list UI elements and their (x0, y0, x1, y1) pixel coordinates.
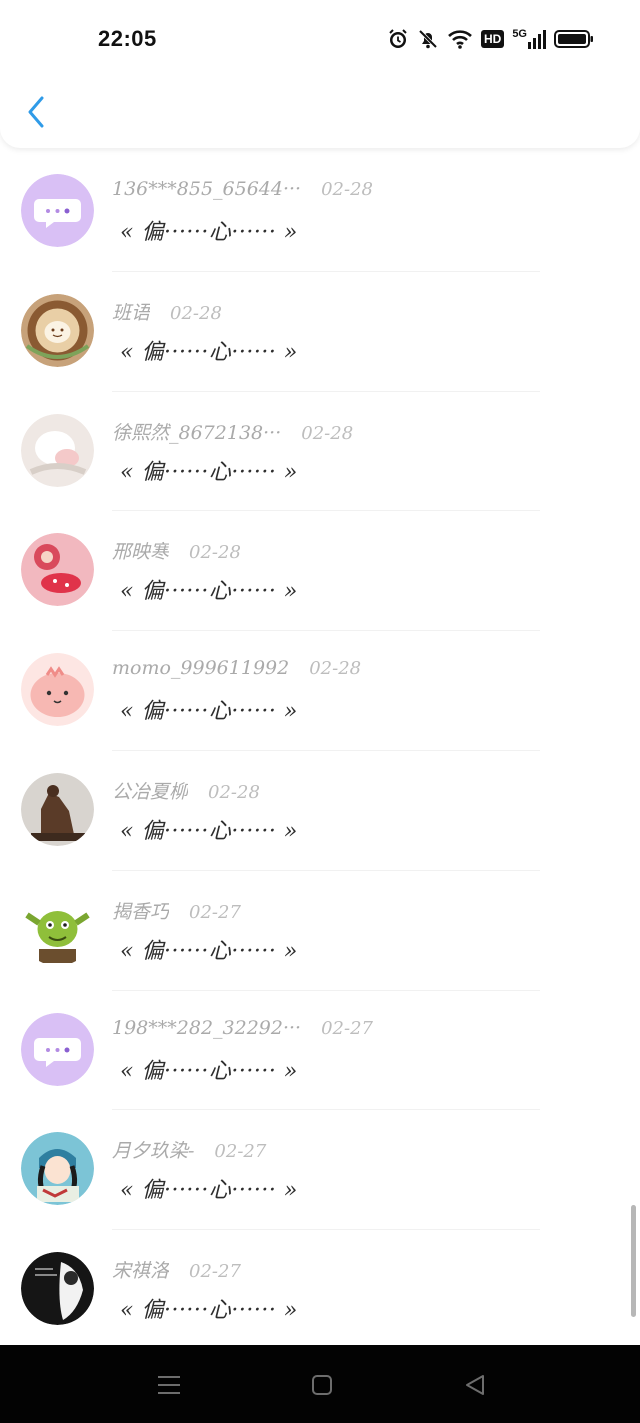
comment-text: « 偏······心······ » (120, 1058, 298, 1084)
list-item[interactable]: momo_999611992 02-28 « 偏······心······ » (0, 631, 640, 751)
status-time: 22:05 (98, 26, 157, 51)
menu-button[interactable] (153, 1369, 185, 1401)
back-button[interactable] (18, 90, 54, 134)
comment-meta: 徐熙然_8672138··· 02-28 (112, 418, 353, 445)
list-item[interactable]: 揭香巧 02-27 « 偏······心······ » (0, 871, 640, 991)
scrollbar[interactable] (631, 1205, 636, 1317)
system-nav-bar (0, 1345, 640, 1423)
username[interactable]: 徐熙然_8672138··· (112, 418, 281, 445)
comment-meta: 136***855_65644··· 02-28 (112, 178, 373, 200)
home-square-icon (312, 1375, 332, 1395)
avatar[interactable] (21, 1132, 94, 1206)
list-item[interactable]: 宋祺洛 02-27 « 偏······心······ » (0, 1230, 640, 1350)
5g-signal-icon: 5G (512, 28, 546, 49)
home-button[interactable] (306, 1369, 338, 1401)
avatar[interactable] (21, 1012, 94, 1086)
comment-meta: 公冶夏柳 02-28 (112, 777, 260, 804)
comment-date: 02-27 (321, 1017, 373, 1039)
list-item[interactable]: 公冶夏柳 02-28 « 偏······心······ » (0, 751, 640, 871)
avatar[interactable] (21, 174, 94, 247)
list-item[interactable]: 198***282_32292··· 02-27 « 偏······心·····… (0, 991, 640, 1111)
comment-text: « 偏······心······ » (120, 1298, 298, 1324)
wifi-icon (447, 28, 473, 50)
comment-meta: 198***282_32292··· 02-27 (112, 1017, 373, 1039)
comment-text: « 偏······心······ » (120, 938, 298, 964)
username[interactable]: 公冶夏柳 (112, 777, 188, 804)
username[interactable]: 136***855_65644··· (112, 178, 301, 200)
comment-meta: 班语 02-28 (112, 298, 222, 325)
menu-icon (158, 1376, 180, 1394)
avatar[interactable] (21, 293, 94, 367)
username[interactable]: 198***282_32292··· (112, 1017, 301, 1039)
back-nav-button[interactable] (459, 1369, 491, 1401)
list-item[interactable]: 月夕玖染- 02-27 « 偏······心······ » (0, 1110, 640, 1231)
comment-text: « 偏······心······ » (120, 459, 298, 485)
comment-meta: 邢映寒 02-28 (112, 537, 241, 564)
top-header: 22:05 HD 5G (0, 0, 640, 148)
list-item[interactable]: 136***855_65644··· 02-28 « 偏······心·····… (0, 152, 640, 272)
username[interactable]: 月夕玖染- (112, 1136, 194, 1163)
chevron-left-icon (28, 96, 44, 128)
comment-text: « 偏······心······ » (120, 220, 298, 245)
comment-date: 02-28 (208, 781, 260, 803)
status-bar: 22:05 HD 5G (0, 0, 640, 80)
comment-date: 02-27 (189, 901, 241, 923)
list-item[interactable]: 徐熙然_8672138··· 02-28 « 偏······心······ » (0, 392, 640, 512)
list-item[interactable]: 班语 02-28 « 偏······心······ » (0, 272, 640, 392)
comment-text: « 偏······心······ » (120, 699, 298, 725)
comment-list[interactable]: 136***855_65644··· 02-28 « 偏······心·····… (0, 152, 640, 1350)
list-item[interactable]: 邢映寒 02-28 « 偏······心······ » (0, 511, 640, 632)
avatar[interactable] (21, 1252, 94, 1326)
username[interactable]: 揭香巧 (112, 897, 169, 924)
hd-icon: HD (480, 30, 505, 48)
username[interactable]: 邢映寒 (112, 537, 169, 564)
comment-meta: 宋祺洛 02-27 (112, 1256, 241, 1283)
avatar[interactable] (21, 772, 94, 846)
status-icons: HD 5G (387, 28, 594, 50)
battery-icon (554, 29, 594, 49)
comment-text: « 偏······心······ » (120, 579, 298, 605)
avatar[interactable] (21, 892, 94, 966)
username[interactable]: 宋祺洛 (112, 1256, 169, 1283)
avatar[interactable] (21, 533, 94, 607)
comment-date: 02-28 (309, 658, 362, 680)
username[interactable]: 班语 (112, 298, 150, 325)
comment-meta: 揭香巧 02-27 (112, 897, 241, 924)
comment-date: 02-28 (301, 422, 354, 444)
comment-text: « 偏······心······ » (120, 1178, 298, 1204)
comment-date: 02-27 (189, 1261, 241, 1283)
comment-date: 02-27 (214, 1141, 267, 1163)
avatar[interactable] (21, 413, 94, 487)
comment-text: « 偏······心······ » (120, 818, 298, 844)
avatar[interactable] (21, 653, 94, 727)
back-triangle-icon (466, 1375, 484, 1395)
comment-meta: momo_999611992 02-28 (112, 657, 361, 679)
comment-date: 02-28 (170, 302, 222, 324)
username[interactable]: momo_999611992 (112, 657, 289, 679)
comment-text: « 偏······心······ » (120, 339, 298, 365)
comment-date: 02-28 (321, 179, 373, 200)
alarm-icon (387, 28, 409, 50)
comment-meta: 月夕玖染- 02-27 (112, 1136, 266, 1163)
comment-date: 02-28 (189, 542, 241, 564)
mute-bell-icon (417, 28, 439, 50)
